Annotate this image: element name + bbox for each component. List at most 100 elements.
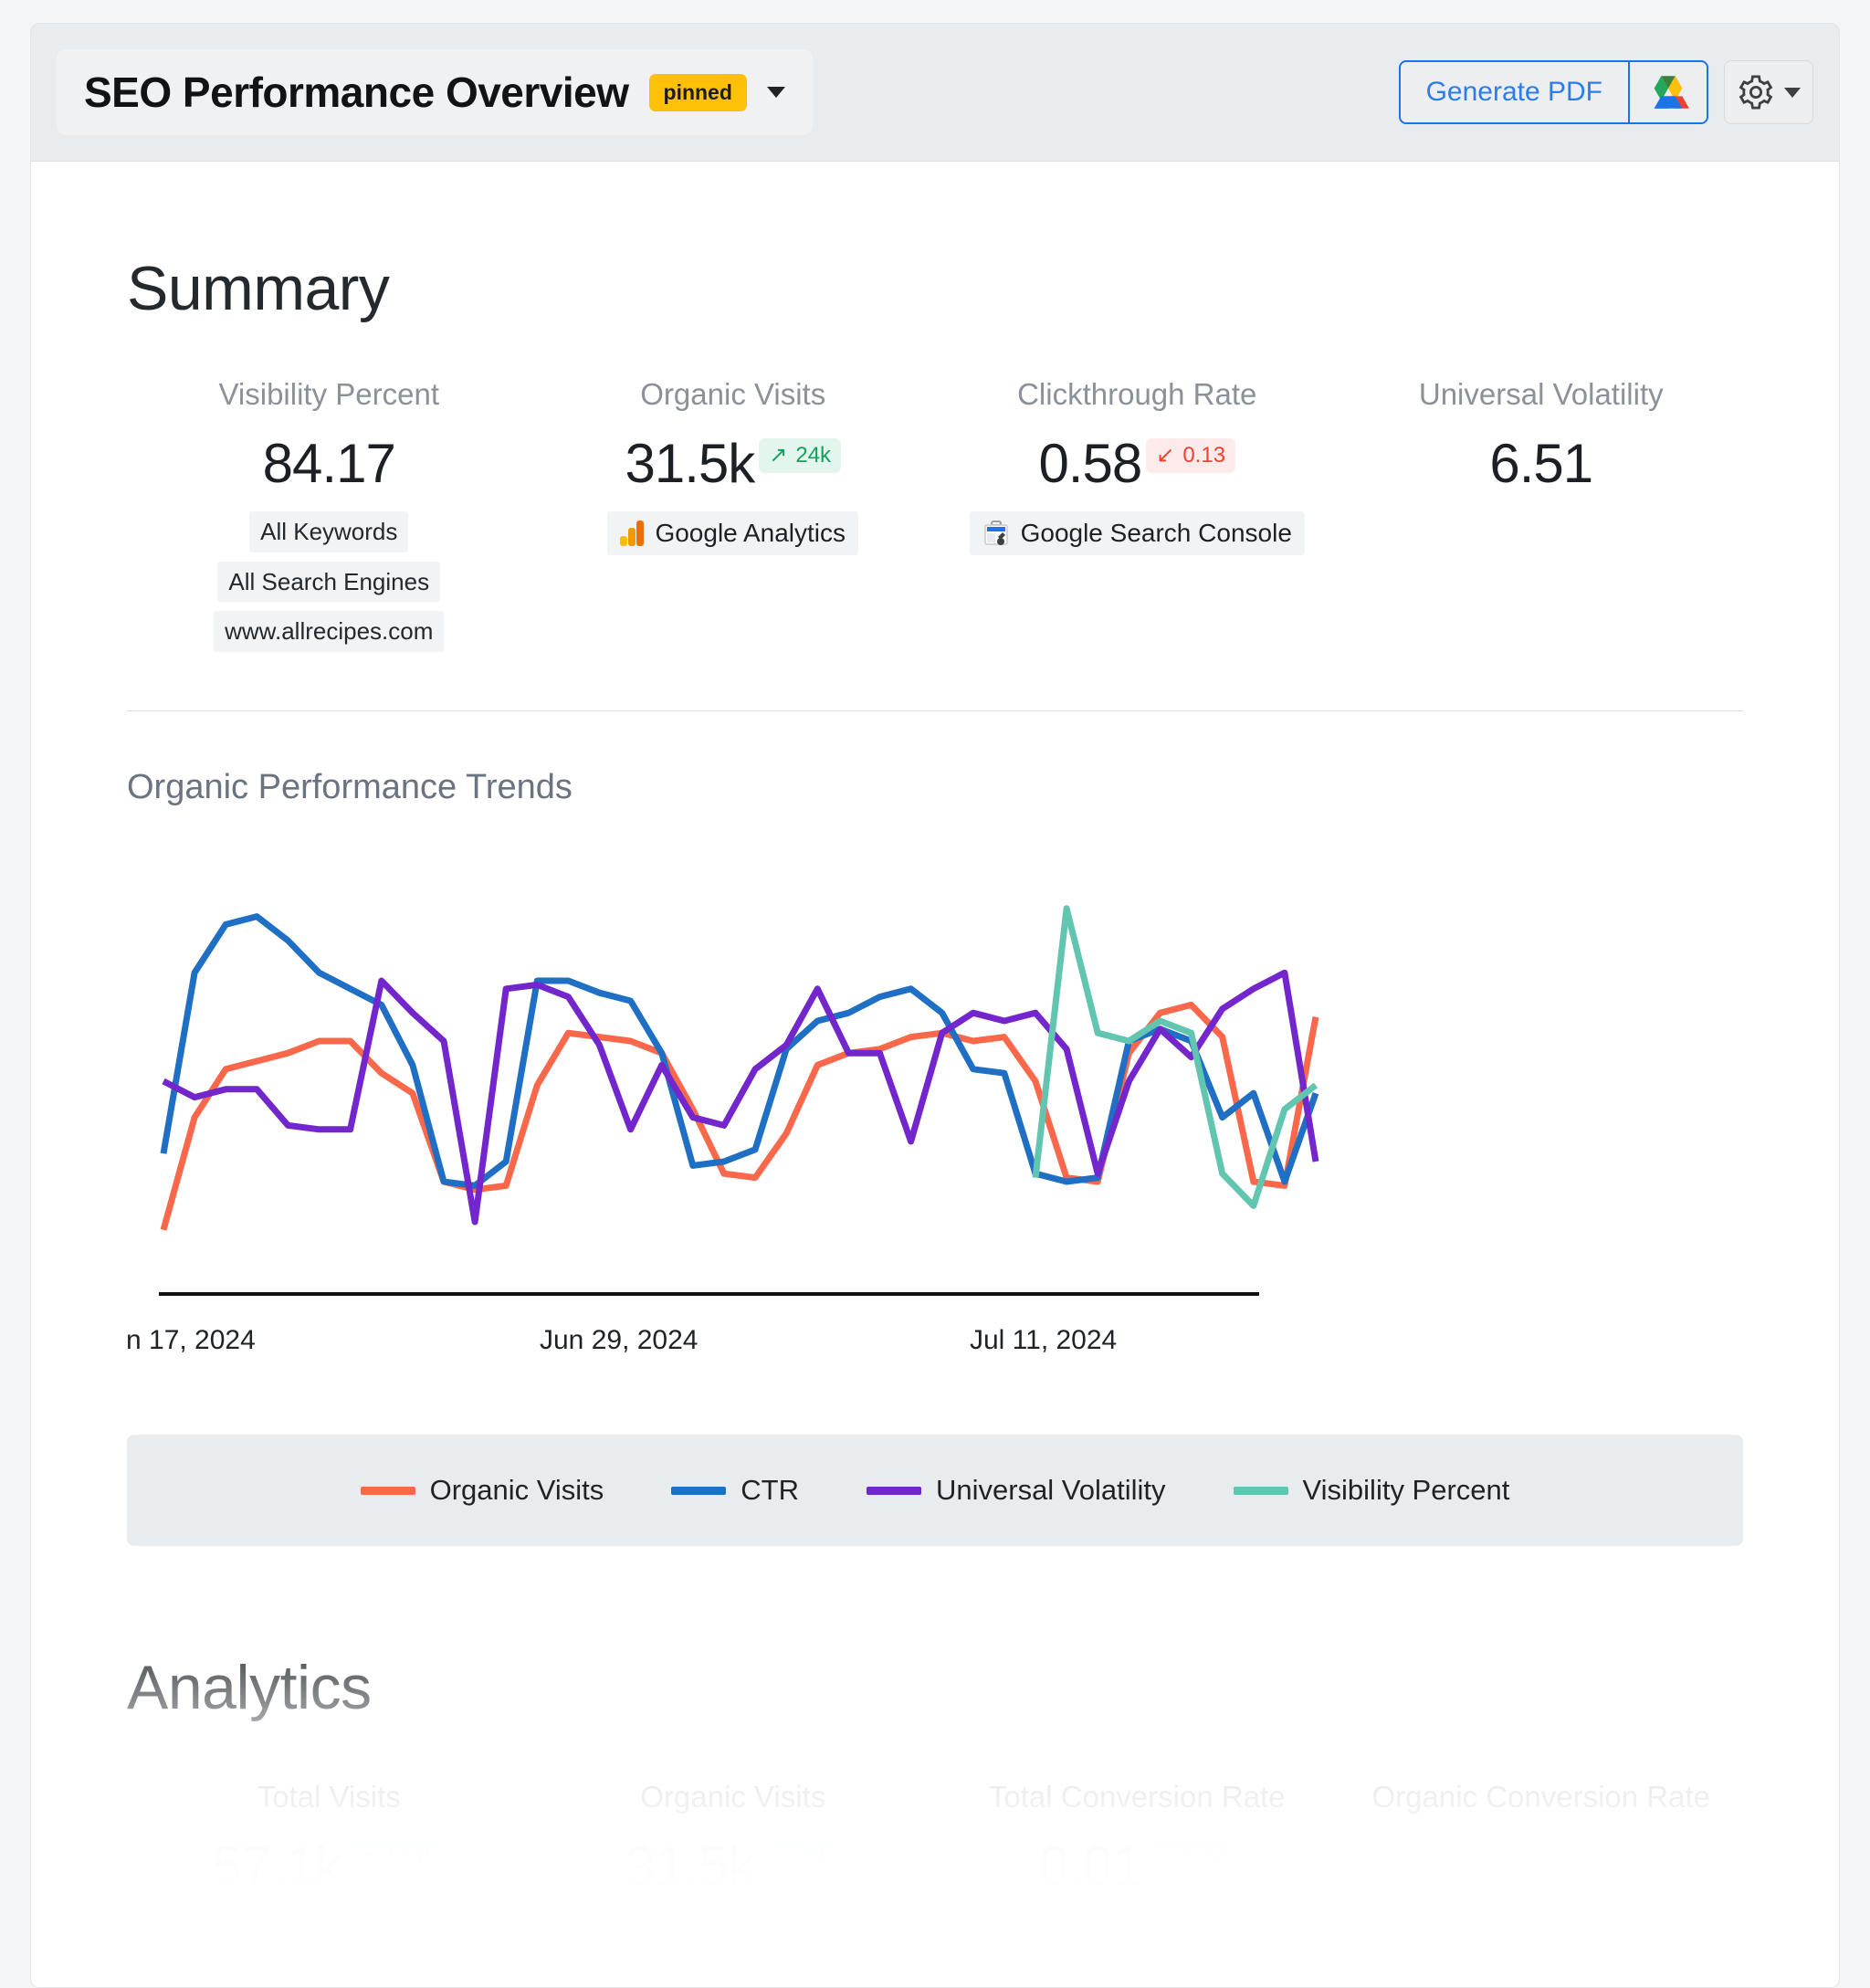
metric-value: 6.51 <box>1489 433 1593 495</box>
gear-icon <box>1739 75 1773 110</box>
metric-total-visits: Total Visits 57.1k ↗ 43.1k <box>127 1778 531 1894</box>
metric-value-row: 84.17 <box>136 437 522 491</box>
legend-label: Universal Volatility <box>935 1474 1166 1507</box>
legend-swatch <box>360 1486 415 1495</box>
settings-button[interactable] <box>1724 60 1813 124</box>
metric-source-wrap: Google Search Console <box>944 491 1330 556</box>
metric-value-row: 31.5k ↗ 24k <box>541 437 927 491</box>
metric-delta-badge: ↗ 24k <box>759 1841 842 1877</box>
report-body: Summary Visibility Percent 84.17 All Key… <box>31 253 1839 1922</box>
metric-tag: All Search Engines <box>217 561 441 603</box>
metric-delta-badge: ↙ 0.04 <box>1146 1841 1236 1877</box>
metric-source-wrap: Google Analytics <box>541 491 927 556</box>
metric-delta-badge: ↗ 43.1k <box>345 1841 446 1877</box>
organic-performance-trends-chart: n 17, 2024 Jun 29, 2024 Jul 11, 2024 <box>126 842 1743 1378</box>
legend-item-universal-volatility[interactable]: Universal Volatility <box>866 1474 1166 1507</box>
chevron-down-icon <box>1784 87 1801 98</box>
metric-source-label: Google Search Console <box>1020 519 1292 548</box>
metric-tags: All Keywords All Search Engines www.allr… <box>136 511 522 653</box>
analytics-heading: Analytics <box>127 1653 372 1723</box>
metric-delta-value: 24k <box>795 443 832 468</box>
summary-metrics: Visibility Percent 84.17 All Keywords Al… <box>127 375 1744 653</box>
google-drive-icon[interactable] <box>1628 62 1707 122</box>
metric-value: 57.1k <box>211 1835 342 1898</box>
chart-series-line <box>1032 905 1318 1209</box>
metric-label: Visibility Percent <box>218 377 440 411</box>
chart-title: Organic Performance Trends <box>127 768 573 807</box>
section-divider <box>127 710 1743 712</box>
header-actions: Generate PDF <box>1398 60 1813 124</box>
chart-x-tick-labels: n 17, 2024 Jun 29, 2024 Jul 11, 2024 <box>126 1325 1743 1378</box>
summary-heading: Summary <box>127 254 390 323</box>
metric-delta-badge: ↙ 0.13 <box>1146 438 1236 474</box>
x-tick-label: n 17, 2024 <box>126 1325 256 1356</box>
analytics-section: Analytics Total Visits 57.1k ↗ 43.1k Org… <box>31 1620 1839 1922</box>
metric-delta-badge: ↗ 24k <box>759 438 842 474</box>
metric-organic-visits: Organic Visits 31.5k ↗ 24k Google Analyt… <box>531 375 936 652</box>
google-search-console-icon <box>983 521 1008 546</box>
metric-label: Total Visits <box>257 1780 401 1814</box>
arrow-up-right-icon: ↗ <box>355 1846 374 1871</box>
metric-value: 0.01 <box>1038 1835 1142 1898</box>
generate-pdf-group: Generate PDF <box>1398 60 1708 124</box>
legend-item-ctr[interactable]: CTR <box>671 1474 799 1507</box>
arrow-up-right-icon: ↗ <box>769 443 788 468</box>
legend-swatch <box>1233 1486 1288 1495</box>
metric-source: Google Analytics <box>607 511 859 556</box>
metric-delta-value: 0.04 <box>1182 1846 1226 1871</box>
legend-label: CTR <box>741 1474 799 1507</box>
page-title: SEO Performance Overview <box>84 68 629 116</box>
metric-value-row: 6.51 <box>1349 437 1735 491</box>
chart-legend: Organic Visits CTR Universal Volatility … <box>127 1435 1743 1547</box>
legend-swatch <box>671 1486 727 1495</box>
generate-pdf-button[interactable]: Generate PDF <box>1401 62 1628 122</box>
google-analytics-icon <box>620 521 645 547</box>
legend-label: Organic Visits <box>429 1474 604 1507</box>
report-title-chip[interactable]: SEO Performance Overview pinned <box>57 49 813 135</box>
metric-universal-volatility: Universal Volatility 6.51 <box>1339 375 1744 652</box>
metric-delta-value: 43.1k <box>382 1846 436 1871</box>
legend-label: Visibility Percent <box>1302 1474 1510 1507</box>
metric-value: 31.5k <box>625 433 755 495</box>
metric-source-label: Google Analytics <box>655 519 846 548</box>
chart-series-line <box>162 969 1319 1225</box>
metric-source: Google Search Console <box>969 511 1305 556</box>
chevron-down-icon[interactable] <box>766 87 785 98</box>
metric-organic-conversion-rate: Organic Conversion Rate <box>1339 1778 1744 1894</box>
metric-label: Organic Visits <box>640 1780 826 1814</box>
analytics-metrics: Total Visits 57.1k ↗ 43.1k Organic Visit… <box>127 1778 1743 1894</box>
legend-swatch <box>866 1486 921 1495</box>
metric-label: Organic Conversion Rate <box>1371 1780 1710 1814</box>
chart-canvas <box>159 905 1319 1297</box>
metric-label: Total Conversion Rate <box>988 1780 1286 1814</box>
metric-value: 31.5k <box>625 1835 755 1898</box>
metric-organic-visits-analytics: Organic Visits 31.5k ↗ 24k <box>531 1778 936 1894</box>
metric-value-row: 57.1k ↗ 43.1k <box>136 1839 522 1894</box>
x-tick-label: Jul 11, 2024 <box>970 1325 1118 1356</box>
metric-label: Universal Volatility <box>1418 377 1664 411</box>
arrow-down-left-icon: ↙ <box>1156 443 1175 468</box>
metric-value-row: 31.5k ↗ 24k <box>541 1839 927 1894</box>
chart-series-line <box>160 913 1319 1189</box>
metric-delta-value: 0.13 <box>1182 443 1226 468</box>
metric-tag: www.allrecipes.com <box>214 611 445 653</box>
metric-value-row: 0.58 ↙ 0.13 <box>944 437 1330 491</box>
x-tick-label: Jun 29, 2024 <box>540 1325 699 1356</box>
metric-clickthrough-rate: Clickthrough Rate 0.58 ↙ 0.13 Google Sea… <box>935 375 1339 652</box>
metric-label: Clickthrough Rate <box>1017 377 1257 411</box>
metric-tag: All Keywords <box>249 511 409 552</box>
arrow-down-left-icon: ↙ <box>1156 1846 1175 1871</box>
arrow-up-right-icon: ↗ <box>769 1846 788 1871</box>
status-badge: pinned <box>648 73 747 111</box>
metric-value: 84.17 <box>262 433 396 495</box>
legend-item-organic-visits[interactable]: Organic Visits <box>360 1474 604 1507</box>
metric-visibility-percent: Visibility Percent 84.17 All Keywords Al… <box>127 375 531 653</box>
metric-value-row: 0.01 ↙ 0.04 <box>944 1839 1330 1894</box>
metric-total-conversion-rate: Total Conversion Rate 0.01 ↙ 0.04 <box>935 1778 1339 1894</box>
metric-label: Organic Visits <box>640 377 826 411</box>
report-page: SEO Performance Overview pinned Generate… <box>30 23 1840 1988</box>
report-header: SEO Performance Overview pinned Generate… <box>31 24 1839 162</box>
metric-delta-value: 24k <box>795 1846 832 1871</box>
legend-item-visibility-percent[interactable]: Visibility Percent <box>1233 1474 1510 1507</box>
metric-value: 0.58 <box>1038 433 1142 495</box>
